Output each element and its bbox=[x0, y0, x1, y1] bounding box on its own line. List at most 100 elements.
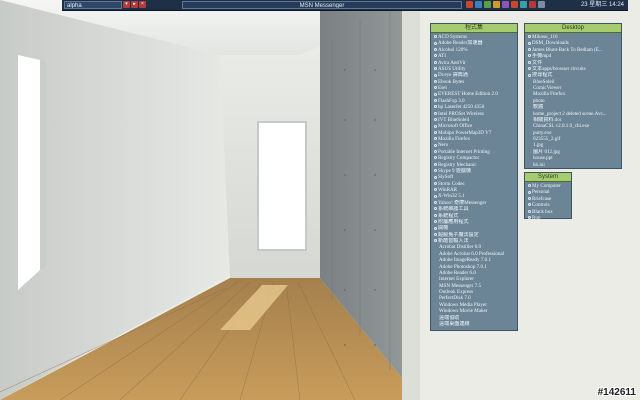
menu-item-label: 系統程式 bbox=[438, 212, 459, 219]
menu-item-label: Portable Internet Printing bbox=[438, 148, 490, 155]
submenu-bullet-icon bbox=[528, 67, 531, 71]
menu-item-label: 遠端桌面連線 bbox=[439, 320, 470, 327]
menu-item-label: Microsoft Office bbox=[438, 123, 473, 130]
menu-item-label: hh.ini bbox=[533, 161, 545, 168]
alert-icon[interactable] bbox=[529, 1, 536, 8]
menu-item-label: James Blunt-Back To Bedlam (E... bbox=[532, 46, 603, 53]
menu-item-label: Acrobat Distiller 6.0 bbox=[439, 244, 482, 251]
submenu-bullet-icon bbox=[434, 60, 437, 64]
menu-item-label: Esel bbox=[438, 85, 447, 91]
menu-item-label: Nero bbox=[438, 142, 449, 149]
watermark: #142611 bbox=[597, 387, 636, 398]
submenu-bullet-icon bbox=[434, 86, 437, 90]
submenu-bullet-icon bbox=[434, 124, 437, 128]
menu-item-label: ATI bbox=[438, 53, 446, 60]
menu-item-label: EVEREST Home Edition 2.0 bbox=[438, 91, 498, 98]
panel-title: Desktop bbox=[525, 24, 621, 33]
menu-item-label: 相關資料.doc bbox=[533, 116, 563, 123]
menu-item-label: Adobe Photoshop 7.0.1 bbox=[439, 263, 487, 270]
menu-item-label: Dr.eye 譯典通 bbox=[438, 72, 468, 79]
submenu-bullet-icon bbox=[434, 54, 437, 58]
submenu-bullet-icon bbox=[434, 169, 437, 173]
network-icon[interactable] bbox=[475, 1, 482, 8]
close-button[interactable]: × bbox=[139, 1, 146, 8]
submenu-bullet-icon bbox=[434, 213, 437, 217]
menu-item-label: Mobipo PowerMap3D V7 bbox=[438, 129, 492, 136]
menu-item-label: 搜尋程式 bbox=[532, 72, 553, 79]
submenu-bullet-icon bbox=[528, 41, 531, 45]
submenu-bullet-icon bbox=[528, 197, 531, 201]
submenu-bullet-icon bbox=[434, 48, 437, 52]
submenu-bullet-icon bbox=[434, 137, 437, 141]
menu-item-label: 超級兔子魔法設定 bbox=[438, 231, 479, 238]
menu-item-label: Yahoo! 奇摩Messenger bbox=[438, 199, 487, 206]
menu-item-label: X-Win32 5.1 bbox=[438, 193, 465, 200]
submenu-bullet-icon bbox=[434, 111, 437, 115]
system-panel: System My Computer Personal Briefcase Contr… bbox=[524, 172, 572, 221]
update-icon[interactable] bbox=[511, 1, 518, 8]
taskbar-task-msn[interactable]: MSN Messenger bbox=[182, 1, 462, 9]
minimize-button[interactable]: ▾ bbox=[123, 1, 130, 8]
keyboard-icon[interactable] bbox=[538, 1, 545, 8]
menu-item-label: DSM_Downloads bbox=[532, 40, 569, 47]
menu-item-label: 軟體 bbox=[533, 104, 544, 111]
menu-item-label: Controls bbox=[532, 202, 550, 209]
msn-icon[interactable] bbox=[484, 1, 491, 8]
menu-item[interactable]: Run bbox=[525, 215, 571, 221]
speaker-icon[interactable] bbox=[466, 1, 473, 8]
menu-item-label: Outlook Express bbox=[439, 289, 474, 295]
submenu-bullet-icon bbox=[434, 92, 437, 96]
menu-item-label: Mikosu_116 bbox=[532, 34, 558, 40]
panel-title: System bbox=[525, 173, 571, 182]
menu-item-label: photo bbox=[533, 97, 545, 104]
desktop-panel: Desktop Mikosu_116 DSM_Downloads James Blu… bbox=[524, 23, 622, 169]
menu-item-label: Mozilla Firefox bbox=[438, 136, 471, 142]
menu-item-label: Adobe Reader加速器 bbox=[438, 40, 483, 47]
menu-item-label: IVT BlueSoleil bbox=[438, 116, 470, 123]
menu-item-label: Run bbox=[532, 214, 541, 221]
submenu-bullet-icon bbox=[528, 60, 531, 64]
menu-item-label: MSN Messenger 7.5 bbox=[439, 282, 482, 289]
menu-item-label: BlueSoleil bbox=[533, 78, 555, 85]
menu-item-label: 圖片 012.jpg bbox=[533, 148, 560, 155]
menu-item-label: Black box bbox=[532, 208, 553, 215]
menu-item[interactable]: hh.ini bbox=[525, 162, 621, 168]
menu-item-label: house.ppt bbox=[533, 155, 553, 162]
submenu-bullet-icon bbox=[434, 118, 437, 122]
submenu-bullet-icon bbox=[434, 175, 437, 179]
menu-item-label: WinRAR bbox=[438, 187, 458, 193]
menu-item-label: 系統維護工具 bbox=[438, 206, 469, 213]
clock: 23 星期三 14:24 bbox=[580, 2, 624, 8]
submenu-bullet-icon bbox=[434, 181, 437, 185]
submenu-bullet-icon bbox=[434, 105, 437, 109]
menu-item-label: Skype 9 遊戲機 bbox=[438, 167, 472, 174]
menu-item[interactable]: 遠端桌面連線 bbox=[431, 321, 517, 327]
antivirus-icon[interactable] bbox=[493, 1, 500, 8]
taskbar: alpha ▾ ▸ × MSN Messenger 23 星期三 14:24 bbox=[62, 0, 628, 11]
messenger-icon[interactable] bbox=[520, 1, 527, 8]
taskbar-task-label: alpha bbox=[67, 3, 82, 9]
maximize-button[interactable]: ▸ bbox=[131, 1, 138, 8]
menu-item-label: Adobe Reader 6.0 bbox=[439, 269, 476, 276]
submenu-bullet-icon bbox=[434, 220, 437, 224]
menu-item-label: Alcohol 120% bbox=[438, 46, 468, 53]
submenu-bullet-icon bbox=[434, 239, 437, 243]
submenu-bullet-icon bbox=[528, 35, 531, 39]
menu-item-label: home_project 2 deleted scene.Avc... bbox=[533, 110, 607, 117]
menu-item-label: ASUS Utility bbox=[438, 65, 466, 72]
submenu-bullet-icon bbox=[434, 79, 437, 83]
menu-item-label: 遠端協助 bbox=[439, 314, 460, 321]
submenu-bullet-icon bbox=[434, 99, 437, 103]
submenu-bullet-icon bbox=[528, 73, 531, 77]
submenu-bullet-icon bbox=[434, 156, 437, 160]
taskbar-task-alpha[interactable]: alpha bbox=[64, 1, 122, 9]
menu-item-label: 手機mp4 bbox=[532, 53, 552, 60]
bluetooth-icon[interactable] bbox=[502, 1, 509, 8]
menu-item-label: ComicViewer bbox=[533, 85, 562, 91]
menu-item-label: hp LaserJet 4250 4350 bbox=[438, 104, 485, 111]
menu-item-label: Avira AntiVir bbox=[438, 59, 466, 66]
menu-item-label: 開機 bbox=[438, 225, 449, 232]
menu-item-label: 023555_2.gif bbox=[533, 136, 561, 142]
programs-list: ACD Systems Adobe Reader加速器 Alcohol 120% AT… bbox=[431, 33, 517, 327]
menu-item-label: FlashFxp 3.0 bbox=[438, 97, 465, 104]
